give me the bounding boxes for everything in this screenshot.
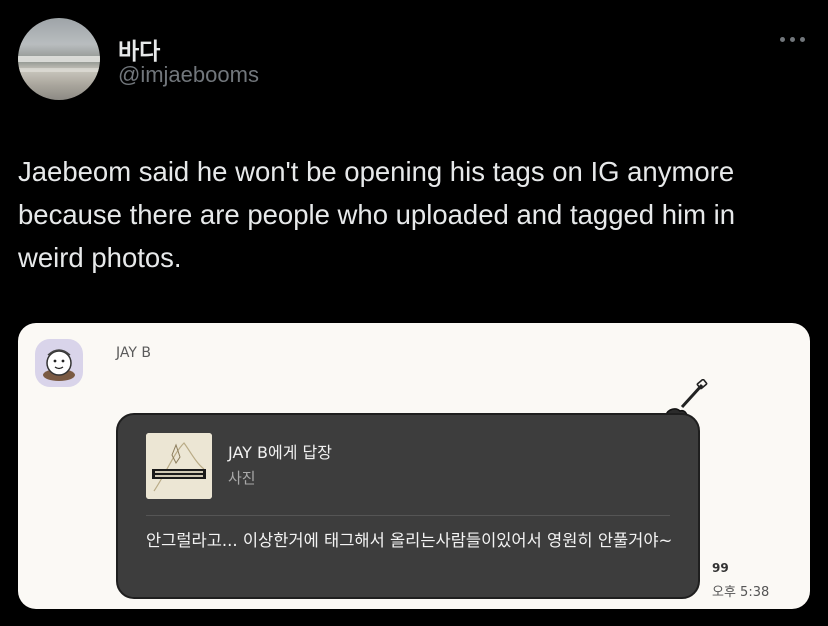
profile-avatar <box>35 339 83 387</box>
display-name[interactable]: 바다 <box>118 32 160 66</box>
user-avatar[interactable] <box>18 18 100 100</box>
reply-divider <box>146 515 670 516</box>
more-dots-icon <box>780 37 785 42</box>
chat-message-bubble: JAY B에게 답장 사진 안그럴라고... 이상한거에 태그해서 올리는사람들… <box>116 413 700 599</box>
unread-count: 99 <box>712 561 729 575</box>
more-options-button[interactable] <box>778 32 808 46</box>
attached-image[interactable]: JAY B JAY B에게 답장 사진 안그럴라고... 이상한거에 태그해서 … <box>18 323 810 609</box>
message-timestamp: 오후 5:38 <box>712 585 770 600</box>
message-text: 안그럴라고... 이상한거에 태그해서 올리는사람들이있어서 영원히 안풀거야~ <box>146 531 673 550</box>
user-handle[interactable]: @imjaebooms <box>118 62 259 88</box>
tweet-text: Jaebeom said he won't be opening his tag… <box>18 156 736 273</box>
reply-type-label: 사진 <box>228 469 256 487</box>
sender-name: JAY B <box>116 345 151 361</box>
reply-header: JAY B에게 답장 <box>228 443 332 462</box>
reply-photo-thumbnail <box>146 433 212 499</box>
